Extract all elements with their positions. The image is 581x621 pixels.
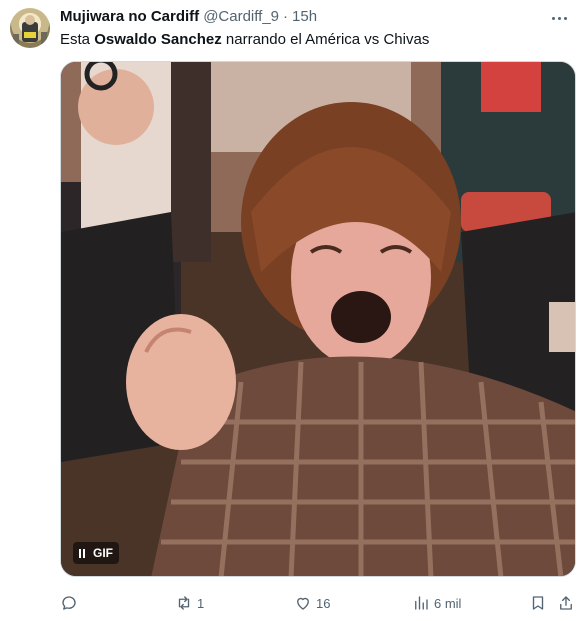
bookmark-button[interactable]	[529, 592, 547, 614]
tweet-text-bold: Oswaldo Sanchez	[94, 31, 222, 48]
gif-media[interactable]: GIF	[60, 61, 576, 577]
reply-icon	[62, 596, 76, 610]
author-handle[interactable]: @Cardiff_9	[203, 8, 279, 26]
tweet-text-part: narrando el América vs Chivas	[221, 31, 430, 48]
timestamp[interactable]: 15h	[292, 8, 317, 26]
views-count: 6 mil	[434, 595, 462, 611]
tweet-text: Esta Oswaldo Sanchez narrando el América…	[60, 31, 429, 49]
retweet-icon	[178, 596, 190, 610]
gif-label: GIF	[93, 546, 113, 560]
like-button[interactable]: 16	[294, 592, 330, 614]
gif-controls: GIF	[73, 542, 119, 564]
author-name[interactable]: Mujiwara no Cardiff	[60, 8, 199, 26]
share-icon	[560, 596, 572, 610]
retweet-count: 1	[197, 595, 205, 611]
share-button[interactable]	[557, 592, 575, 614]
like-count: 16	[316, 595, 331, 611]
separator-dot: ·	[283, 8, 289, 25]
heart-icon	[297, 597, 309, 610]
more-options-button[interactable]	[549, 10, 569, 26]
tweet[interactable]: Mujiwara no Cardiff @Cardiff_9 · 15h Est…	[0, 0, 581, 621]
reply-button[interactable]	[60, 592, 82, 614]
gif-frame-image	[61, 62, 575, 576]
retweet-button[interactable]: 1	[175, 592, 204, 614]
views-icon	[415, 596, 428, 610]
action-bar: 1 16 6 mil	[60, 592, 580, 614]
more-horizontal-icon	[551, 16, 555, 20]
pause-icon[interactable]	[79, 548, 85, 558]
tweet-text-part: Esta	[60, 31, 95, 48]
views-button[interactable]: 6 mil	[412, 592, 461, 614]
tweet-header: Mujiwara no Cardiff @Cardiff_9 · 15h	[60, 8, 317, 26]
bookmark-icon	[532, 596, 544, 610]
avatar[interactable]	[10, 8, 50, 48]
